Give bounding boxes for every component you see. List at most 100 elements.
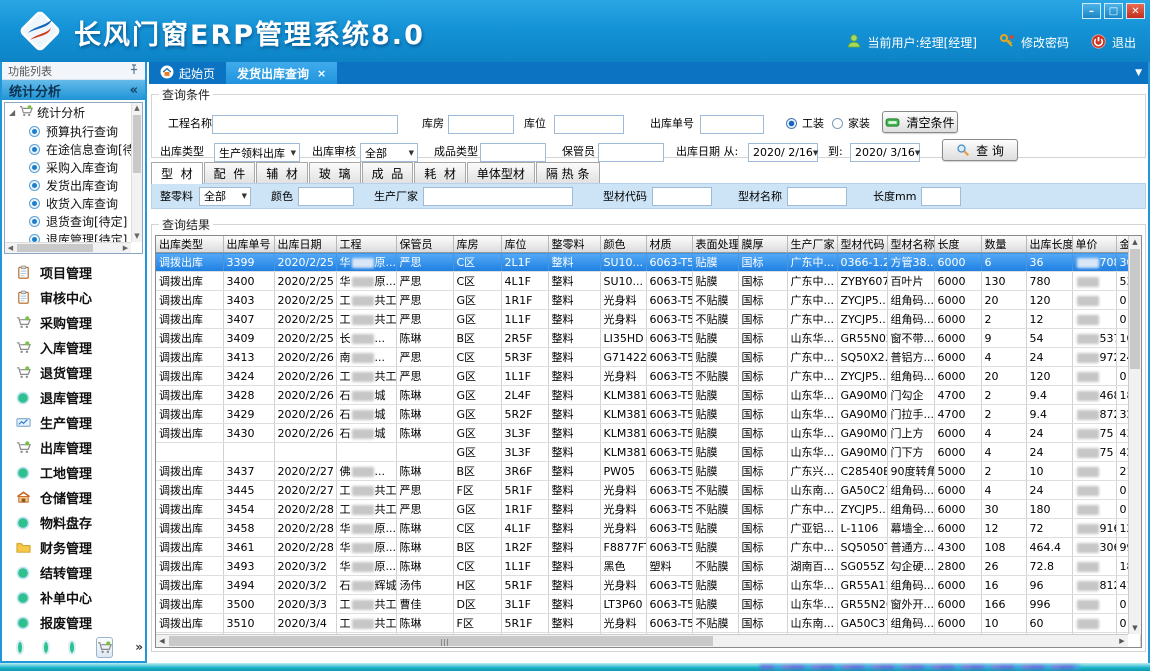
table-row[interactable]: 调拨出库34032020/2/25工共工程严思G区1R1F整料光身料6063-T… (156, 291, 1140, 310)
column-header-出库日期[interactable]: 出库日期 (274, 236, 336, 253)
material-tab-型材[interactable]: 型 材 (151, 162, 203, 184)
table-row[interactable]: 调拨出库34242020/2/26工共工程严思G区1L1F整料光身料6063-T… (156, 367, 1140, 386)
close-button[interactable]: ✕ (1126, 3, 1145, 19)
column-header-长度[interactable]: 长度 (934, 236, 981, 253)
column-header-工程[interactable]: 工程 (336, 236, 396, 253)
column-header-库位[interactable]: 库位 (501, 236, 548, 253)
overflow-chevron[interactable]: » (135, 643, 143, 651)
table-row[interactable]: 调拨出库33992020/2/25华原...严思C区2L1F整料SU10...6… (156, 253, 1140, 272)
material-tab-隔热条[interactable]: 隔 热 条 (536, 162, 600, 183)
project-name-input[interactable] (212, 115, 398, 134)
pin-icon[interactable] (129, 64, 139, 78)
radio-gongzhuang[interactable]: 工装 (786, 115, 824, 131)
sidebar-item-采购管理[interactable]: 采购管理 (2, 310, 145, 335)
collapse-icon[interactable]: « (130, 83, 138, 98)
sidebar-section-header[interactable]: 统计分析 « (2, 80, 145, 100)
scrollbar-thumb[interactable] (17, 244, 93, 252)
column-header-保管员[interactable]: 保管员 (396, 236, 453, 253)
scroll-down-icon[interactable]: ▼ (132, 231, 142, 242)
table-row[interactable]: 调拨出库35002020/3/3工共工程曹佳D区3L1F整料LT3P606063… (156, 595, 1140, 614)
table-row[interactable]: 调拨出库34542020/2/28工共工程严思G区1R1F整料光身料6063-T… (156, 500, 1140, 519)
material-tab-配件[interactable]: 配 件 (204, 162, 256, 183)
tree-horizontal-scrollbar[interactable]: ◀ ▶ (5, 242, 131, 253)
warehouse-input[interactable] (448, 115, 514, 134)
change-password-link[interactable]: 修改密码 (1021, 34, 1069, 51)
table-row[interactable]: 调拨出库34612020/2/28华原...陈琳B区1R2F整料F8877FT6… (156, 538, 1140, 557)
maximize-button[interactable]: □ (1104, 3, 1123, 19)
scroll-up-icon[interactable]: ▲ (132, 103, 142, 114)
scroll-left-icon[interactable]: ◀ (156, 635, 168, 647)
sidebar-item-入库管理[interactable]: 入库管理 (2, 335, 145, 360)
table-row[interactable]: 调拨出库34282020/2/26石城陈琳G区2L4F整料KLM38176063… (156, 386, 1140, 405)
dot-icon[interactable] (18, 642, 22, 653)
material-tab-成品[interactable]: 成 品 (362, 162, 414, 183)
sidebar-tree-item[interactable]: 退货查询[待定] (5, 212, 142, 230)
location-input[interactable] (554, 115, 624, 134)
sidebar-tree-item[interactable]: 在途信息查询[待 (5, 140, 142, 158)
sidebar-tree-item[interactable]: 采购入库查询 (5, 158, 142, 176)
profile-code-input[interactable] (652, 187, 712, 206)
table-row[interactable]: 调拨出库34132020/2/26南...严思C区5R3F整料G71422606… (156, 348, 1140, 367)
sidebar-item-审核中心[interactable]: 审核中心 (2, 285, 145, 310)
grid-vertical-scrollbar[interactable]: ▲ ▼ (1128, 236, 1141, 634)
tree-root-node[interactable]: ◢ 统计分析 (5, 103, 142, 122)
keeper-input[interactable] (598, 143, 664, 162)
table-row[interactable]: 调拨出库34372020/2/27佛...陈琳B区3R6F整料PW056063-… (156, 462, 1140, 481)
tree-expander-icon[interactable]: ◢ (9, 108, 15, 117)
clear-conditions-button[interactable]: 清空条件 (882, 111, 958, 133)
table-row[interactable]: 调拨出库34942020/3/2石辉城汤伟H区5R1F整料光身料6063-T5贴… (156, 576, 1140, 595)
minimize-button[interactable]: – (1082, 3, 1101, 19)
table-row[interactable]: 调拨出库34932020/3/2华原...陈琳C区1L1F整料黑色塑料不贴膜国标… (156, 557, 1140, 576)
factory-input[interactable] (423, 187, 573, 206)
table-row[interactable]: 调拨出库34452020/2/27工共工程严思F区5R1F整料光身料6063-T… (156, 481, 1140, 500)
column-header-材质[interactable]: 材质 (646, 236, 692, 253)
table-row[interactable]: 调拨出库34072020/2/25工共工程严思G区1L1F整料光身料6063-T… (156, 310, 1140, 329)
product-type-input[interactable] (480, 143, 546, 162)
table-row[interactable]: G区3L3F整料KLM38176063-T5贴膜国标山东华...GA90M09.… (156, 443, 1140, 462)
column-header-出库单号[interactable]: 出库单号 (223, 236, 274, 253)
sidebar-item-补单中心[interactable]: 补单中心 (2, 585, 145, 610)
column-header-膜厚[interactable]: 膜厚 (738, 236, 787, 253)
scroll-down-icon[interactable]: ▼ (1129, 622, 1141, 634)
table-row[interactable]: 调拨出库34302020/2/26石城陈琳G区3L3F整料KLM38176063… (156, 424, 1140, 443)
dot-icon[interactable] (44, 642, 48, 653)
column-header-生产厂家[interactable]: 生产厂家 (787, 236, 837, 253)
audit-select[interactable]: 全部▼ (360, 143, 418, 162)
part-select[interactable]: 全部▼ (199, 187, 251, 206)
radio-jiazhuang[interactable]: 家装 (832, 115, 870, 131)
sidebar-item-结转管理[interactable]: 结转管理 (2, 560, 145, 585)
material-tab-玻璃[interactable]: 玻 璃 (309, 162, 361, 183)
scroll-left-icon[interactable]: ◀ (5, 243, 16, 253)
sidebar-item-物料盘存[interactable]: 物料盘存 (2, 510, 145, 535)
color-input[interactable] (298, 187, 354, 206)
sidebar-item-退库管理[interactable]: 退库管理 (2, 385, 145, 410)
scrollbar-thumb[interactable] (133, 115, 141, 173)
column-header-单价[interactable]: 单价 (1072, 236, 1116, 253)
grid-horizontal-scrollbar[interactable]: ◀ ▶ (156, 634, 1128, 647)
cart-footer-button[interactable] (96, 637, 113, 658)
outbound-type-select[interactable]: 生产领料出库▼ (214, 143, 300, 162)
sidebar-tree-item[interactable]: 预算执行查询 (5, 122, 142, 140)
column-header-库房[interactable]: 库房 (453, 236, 501, 253)
dot-icon[interactable] (70, 642, 74, 653)
column-header-整零料[interactable]: 整零料 (548, 236, 600, 253)
tab-list-caret-icon[interactable]: ▼ (1135, 62, 1148, 84)
sidebar-item-仓储管理[interactable]: 仓储管理 (2, 485, 145, 510)
sidebar-item-工地管理[interactable]: 工地管理 (2, 460, 145, 485)
table-row[interactable]: 调拨出库34092020/2/25长...陈琳B区2R5F整料LI35HD606… (156, 329, 1140, 348)
column-header-颜色[interactable]: 颜色 (600, 236, 646, 253)
material-tab-耗材[interactable]: 耗 材 (414, 162, 466, 183)
tab-close-icon[interactable]: × (317, 67, 326, 80)
scrollbar-thumb[interactable] (169, 636, 713, 646)
scroll-right-icon[interactable]: ▶ (1116, 635, 1128, 647)
length-input[interactable] (921, 187, 961, 206)
column-header-型材名称[interactable]: 型材名称 (887, 236, 934, 253)
profile-name-input[interactable] (787, 187, 847, 206)
date-from-select[interactable]: 2020/ 2/16▼ (748, 143, 818, 162)
sidebar-item-财务管理[interactable]: 财务管理 (2, 535, 145, 560)
sidebar-item-报废管理[interactable]: 报废管理 (2, 610, 145, 635)
tree-vertical-scrollbar[interactable]: ▲ ▼ (131, 103, 142, 242)
column-header-表面处理[interactable]: 表面处理 (692, 236, 738, 253)
sidebar-item-项目管理[interactable]: 项目管理 (2, 260, 145, 285)
scroll-right-icon[interactable]: ▶ (120, 243, 131, 253)
